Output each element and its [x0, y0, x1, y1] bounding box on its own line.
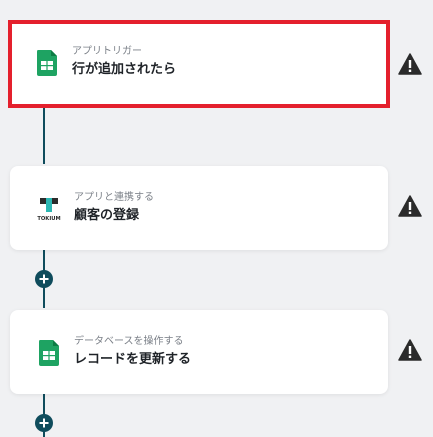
step-title: レコードを更新する [74, 352, 192, 367]
add-step-button[interactable] [35, 270, 53, 288]
google-sheets-icon [37, 50, 57, 76]
tokium-logo-icon: TOKIUM [37, 198, 61, 222]
step-title: 顧客の登録 [74, 208, 140, 223]
step-subtitle: アプリトリガー [72, 46, 142, 57]
plus-icon [39, 418, 49, 428]
flow-step-app-action[interactable]: TOKIUM アプリと連携する 顧客の登録 [10, 166, 388, 250]
flow-step-database-operation[interactable]: データベースを操作する レコードを更新する [10, 310, 388, 394]
flow-step-trigger[interactable]: アプリトリガー 行が追加されたら [8, 20, 390, 108]
warning-icon[interactable] [398, 195, 422, 217]
add-step-button[interactable] [35, 414, 53, 432]
step-subtitle: データベースを操作する [74, 336, 184, 347]
google-sheets-icon [39, 340, 59, 366]
tokium-logo-text: TOKIUM [37, 216, 60, 222]
warning-icon[interactable] [398, 53, 422, 75]
plus-icon [39, 274, 49, 284]
step-subtitle: アプリと連携する [74, 192, 154, 203]
flow-connector-line [43, 108, 45, 164]
step-title: 行が追加されたら [72, 62, 177, 77]
warning-icon[interactable] [398, 339, 422, 361]
